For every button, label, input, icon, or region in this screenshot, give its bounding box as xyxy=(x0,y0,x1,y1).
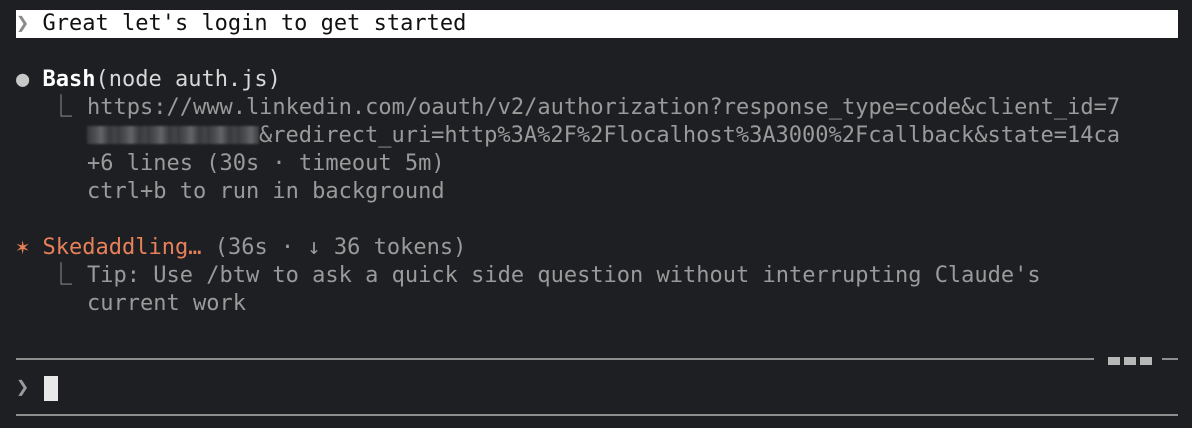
tool-args: (node auth.js) xyxy=(95,67,281,92)
bullet-icon: ● xyxy=(16,67,30,92)
tool-output-url-line-2[interactable]: &redirect_uri=http%3A%2F%2Flocalhost%3A3… xyxy=(87,122,1120,150)
spinner-star-icon: ✶ xyxy=(16,235,30,260)
status-label: Skedaddling… xyxy=(42,235,202,260)
tool-output-branch-icon: ⎿ xyxy=(50,95,73,120)
menu-dots-icon[interactable] xyxy=(1108,357,1152,365)
tip-line-1: Tip: Use /btw to ask a quick side questi… xyxy=(87,263,1041,288)
dot-1 xyxy=(1108,357,1120,365)
dot-2 xyxy=(1124,357,1136,365)
tool-output-url-rest: &redirect_uri=http%3A%2F%2Flocalhost%3A3… xyxy=(259,123,1120,148)
more-lines-indicator[interactable]: +6 lines (30s · timeout 5m) xyxy=(87,150,445,178)
input-top-border-end xyxy=(1162,358,1178,360)
background-hint: ctrl+b to run in background xyxy=(87,179,445,204)
input-chevron-icon: ❯ xyxy=(16,375,30,400)
status-line: ✶ Skedaddling… (36s · ↓ 36 tokens) xyxy=(16,234,466,262)
tool-output-url-line[interactable]: https://www.linkedin.com/oauth/v2/author… xyxy=(87,94,1120,122)
status-meta: (36s · ↓ 36 tokens) xyxy=(214,235,467,260)
text-cursor[interactable] xyxy=(44,376,58,401)
prompt-chevron-icon: ❯ xyxy=(16,11,30,36)
input-bottom-border xyxy=(16,414,1178,416)
tip-branch-icon: ⎿ xyxy=(50,263,73,288)
user-prompt-text: Great let's login to get started xyxy=(42,11,467,36)
input-top-border xyxy=(16,358,1094,360)
tip-line-2: current work xyxy=(87,291,246,316)
redacted-client-id xyxy=(87,126,259,144)
tool-call-header: ● Bash(node auth.js) xyxy=(16,66,281,94)
dot-3 xyxy=(1140,357,1152,365)
user-prompt-line: ❯ Great let's login to get started xyxy=(16,10,1178,38)
tool-name: Bash xyxy=(42,67,96,92)
